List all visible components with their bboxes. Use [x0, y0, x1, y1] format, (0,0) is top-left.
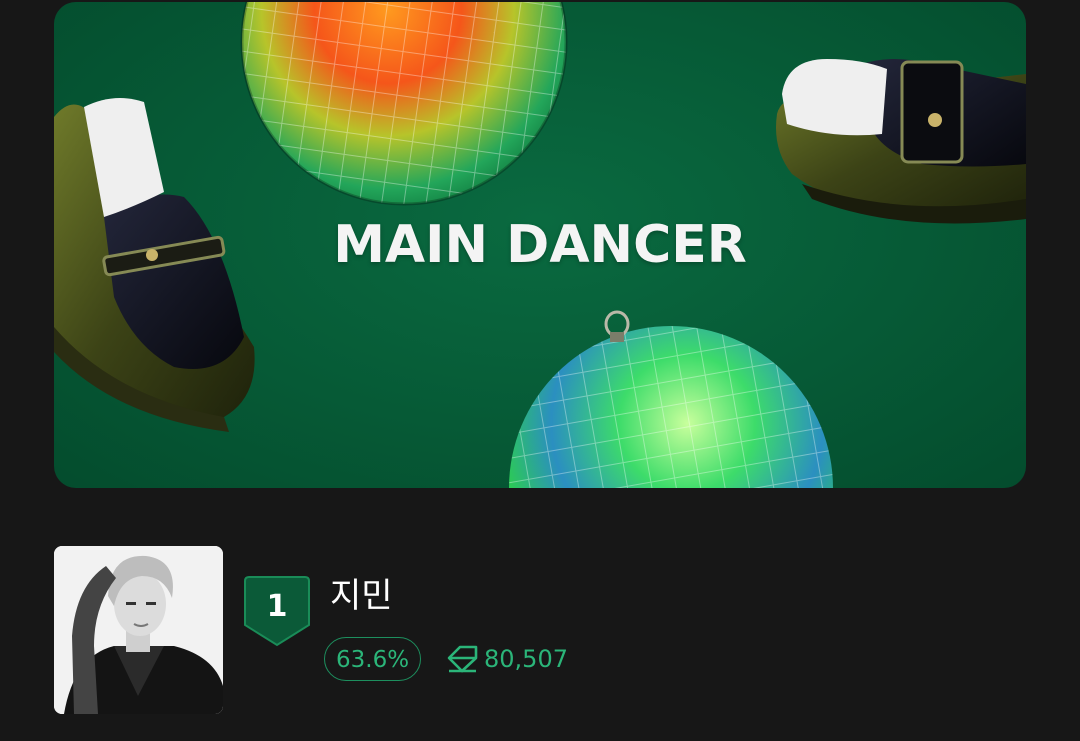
- rank-badge: 1: [243, 575, 311, 647]
- disco-ball-bottom: [509, 310, 833, 488]
- category-banner[interactable]: MAIN DANCER: [54, 2, 1026, 488]
- member-photo: [54, 546, 223, 714]
- diamond-icon: [447, 645, 478, 673]
- rank-number: 1: [266, 589, 288, 624]
- banner-title: MAIN DANCER: [333, 215, 747, 275]
- ranking-item[interactable]: 1 지민 63.6% 80,507: [54, 546, 1014, 716]
- vote-percent-badge: 63.6%: [324, 637, 422, 681]
- page: MAIN DANCER 1 지민 63.6% 80,507: [0, 0, 1080, 741]
- disco-ball-top: [240, 2, 568, 206]
- member-name[interactable]: 지민: [330, 572, 393, 620]
- loafer-right: [776, 59, 1026, 224]
- avatar[interactable]: [54, 546, 223, 714]
- vote-count-group: 80,507: [446, 637, 568, 681]
- vote-count: 80,507: [484, 645, 568, 673]
